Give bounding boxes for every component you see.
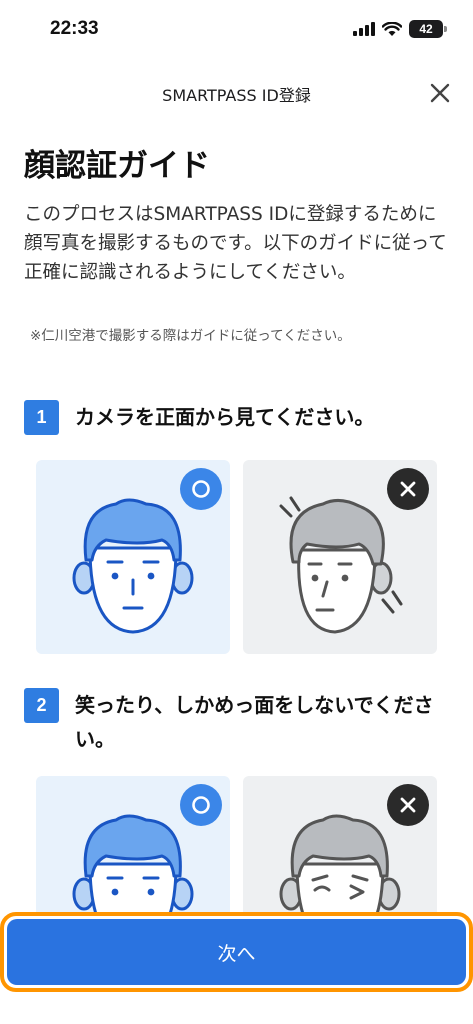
next-button[interactable]: 次へ xyxy=(7,919,466,985)
intro-text: このプロセスはSMARTPASS IDに登録するために顔写真を撮影するものです。… xyxy=(24,204,447,283)
next-button-container: 次へ xyxy=(0,912,473,992)
status-icons: 42 xyxy=(353,20,447,38)
close-icon xyxy=(430,83,450,103)
step-number: 2 xyxy=(24,688,59,723)
circle-ok-icon xyxy=(192,480,210,498)
page-title: 顔認証ガイド xyxy=(24,148,210,184)
cross-ng-icon xyxy=(400,481,416,497)
step-text: カメラを正面から見てください。 xyxy=(75,405,375,429)
circle-ok-icon xyxy=(192,796,210,814)
note-text: ※仁川空港で撮影する際はガイドに従ってください。 xyxy=(30,328,351,344)
bad-example-card xyxy=(243,460,437,654)
ok-badge xyxy=(180,468,222,510)
signal-icon xyxy=(353,22,375,36)
cross-ng-icon xyxy=(400,797,416,813)
good-example-card xyxy=(36,460,230,654)
nav-title: SMARTPASS ID登録 xyxy=(162,86,311,105)
step-1: 1 カメラを正面から見てください。 xyxy=(24,400,445,435)
status-time: 22:33 xyxy=(50,18,99,39)
battery-indicator: 42 xyxy=(409,20,447,38)
step-number: 1 xyxy=(24,400,59,435)
status-bar: 22:33 42 xyxy=(0,0,473,60)
ok-badge xyxy=(180,784,222,826)
ng-badge xyxy=(387,468,429,510)
ng-badge xyxy=(387,784,429,826)
nav-bar: SMARTPASS ID登録 xyxy=(0,70,473,116)
step-text: 笑ったり、しかめっ面をしないでください。 xyxy=(75,693,434,751)
wifi-icon xyxy=(382,21,402,36)
home-indicator-area xyxy=(0,996,473,1024)
close-button[interactable] xyxy=(425,78,455,108)
step-2: 2 笑ったり、しかめっ面をしないでください。 xyxy=(24,688,445,756)
